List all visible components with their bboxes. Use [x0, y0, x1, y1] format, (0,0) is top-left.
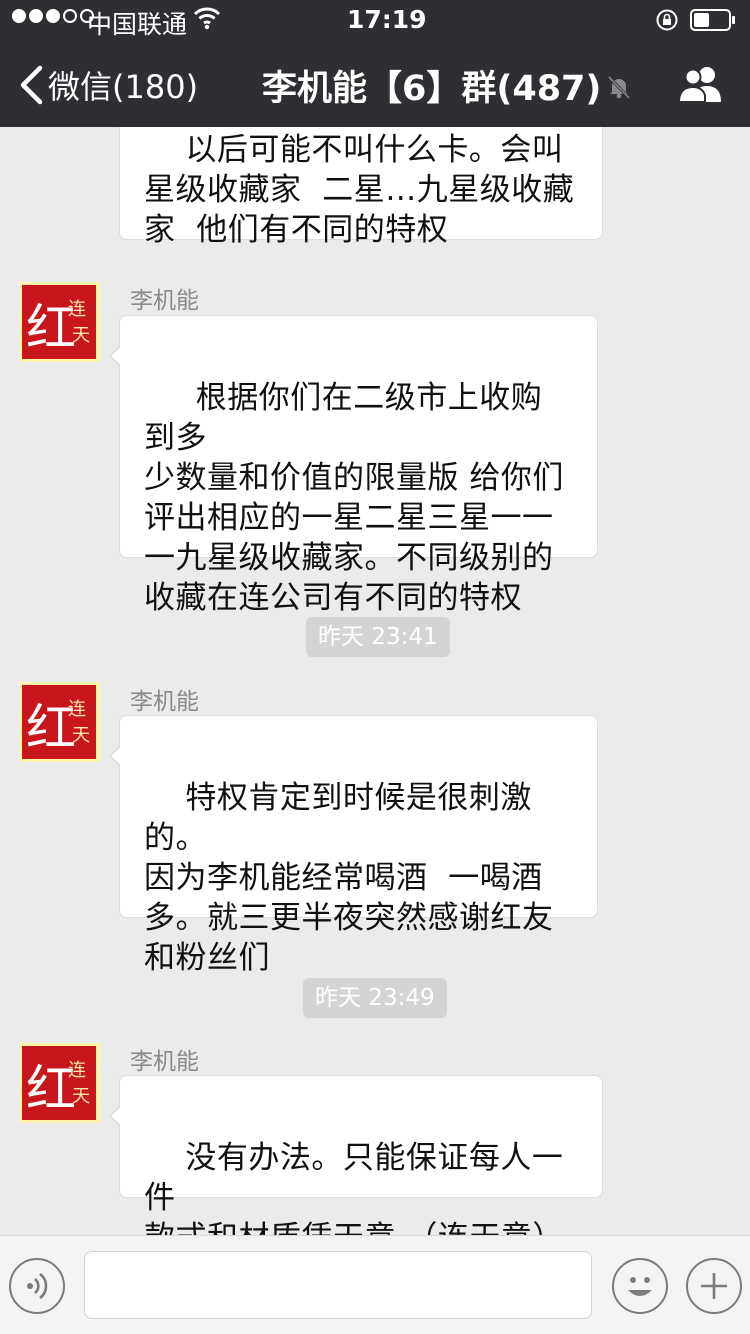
back-button[interactable]: 微信(180) — [18, 62, 198, 108]
sender-name: 李机能 — [130, 1049, 199, 1075]
red-seal-avatar-icon: 红 连 天 — [26, 699, 90, 757]
sender-name: 李机能 — [130, 288, 199, 314]
message-bubble[interactable]: 根据你们在二级市上收购到多 少数量和价值的限量版 给你们 评出相应的一星二星三星… — [109, 315, 598, 616]
message-text: 特权肯定到时候是很刺激的。 因为李机能经常喝酒 一喝酒 多。就三更半夜突然感谢红… — [144, 780, 554, 976]
emoji-button[interactable] — [612, 1258, 668, 1314]
svg-text:天: 天 — [72, 725, 90, 746]
message-input[interactable] — [84, 1251, 592, 1319]
timestamp: 昨天 23:49 — [303, 978, 447, 1018]
chevron-left-icon — [20, 65, 43, 105]
emoji-icon — [628, 1277, 652, 1296]
svg-text:天: 天 — [72, 325, 90, 346]
status-time: 17:19 — [347, 5, 427, 34]
message-text: 根据你们在二级市上收购到多 少数量和价值的限量版 给你们 评出相应的一星二星三星… — [144, 380, 564, 616]
sender-name: 李机能 — [130, 689, 199, 715]
top-bar: 中国联通 17:19 微信(180) 李机能【6】群(487) — [0, 0, 750, 127]
signal-strength-icon — [12, 9, 94, 23]
plus-icon — [701, 1273, 727, 1299]
battery-icon — [690, 9, 735, 31]
voice-icon — [27, 1272, 48, 1300]
svg-text:连: 连 — [68, 299, 86, 320]
voice-button[interactable] — [9, 1258, 65, 1314]
avatar[interactable]: 红 连 天 — [19, 1043, 99, 1123]
rotation-lock-icon — [656, 9, 678, 31]
mute-bell-icon — [607, 75, 631, 100]
svg-text:连: 连 — [68, 699, 86, 720]
status-bar: 中国联通 17:19 — [0, 0, 750, 40]
red-seal-avatar-icon: 红 连 天 — [26, 299, 90, 357]
message-text: 没有办法。只能保证每人一件 款式和材质凭天意 （连天意） — [144, 1140, 564, 1235]
avatar[interactable]: 红 连 天 — [19, 282, 99, 362]
navigation-bar: 微信(180) 李机能【6】群(487) — [0, 40, 750, 127]
message-bubble[interactable]: 以后可能不叫什么卡。会叫 星级收藏家 二星…九星级收藏 家 他们有不同的特权 — [119, 127, 603, 248]
wifi-icon — [193, 7, 221, 30]
carrier-name: 中国联通 — [87, 10, 188, 39]
group-members-icon[interactable] — [677, 64, 725, 104]
input-bar — [0, 1235, 750, 1334]
chat-area[interactable]: 以后可能不叫什么卡。会叫 星级收藏家 二星…九星级收藏 家 他们有不同的特权 红… — [0, 127, 750, 1235]
svg-text:天: 天 — [72, 1086, 90, 1107]
message-bubble[interactable]: 没有办法。只能保证每人一件 款式和材质凭天意 （连天意） — [109, 1075, 603, 1235]
back-label: 微信(180) — [48, 68, 199, 106]
more-button[interactable] — [686, 1258, 742, 1314]
timestamp: 昨天 23:41 — [306, 617, 450, 657]
svg-text:连: 连 — [68, 1060, 86, 1081]
message-bubble[interactable]: 特权肯定到时候是很刺激的。 因为李机能经常喝酒 一喝酒 多。就三更半夜突然感谢红… — [109, 715, 598, 976]
message-text: 以后可能不叫什么卡。会叫 星级收藏家 二星…九星级收藏 家 他们有不同的特权 — [144, 132, 575, 248]
avatar[interactable]: 红 连 天 — [19, 682, 99, 762]
chat-title: 李机能【6】群(487) — [262, 69, 602, 109]
red-seal-avatar-icon: 红 连 天 — [26, 1060, 90, 1118]
